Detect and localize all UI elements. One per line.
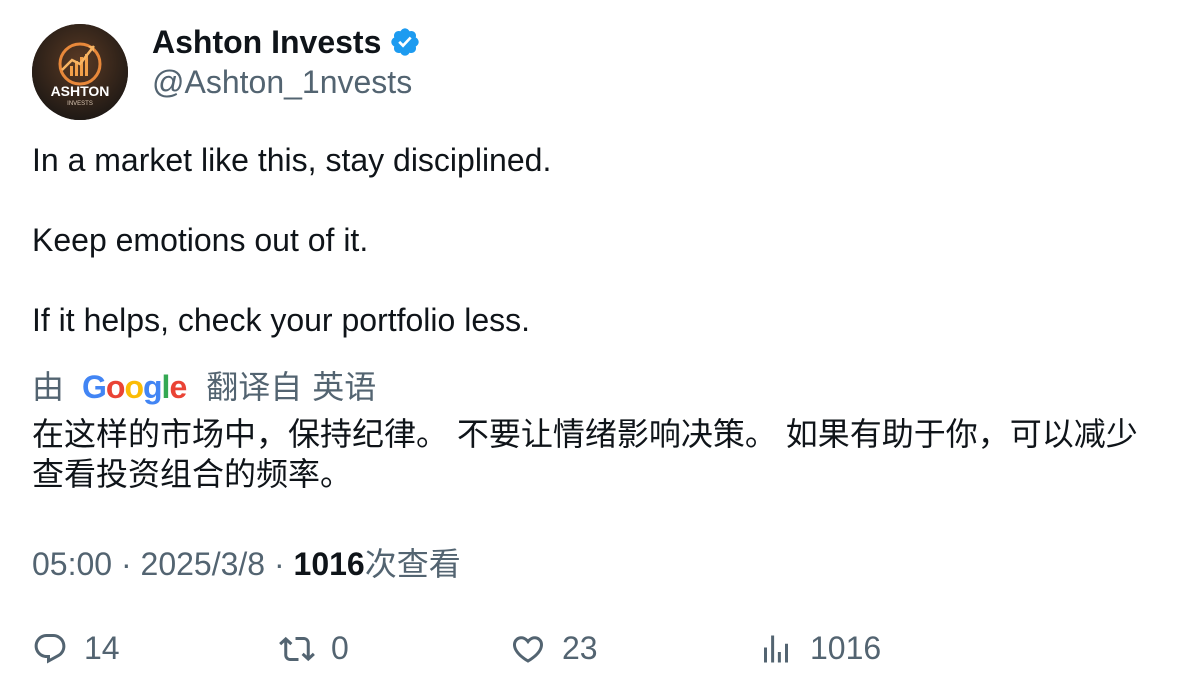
author-handle[interactable]: @Ashton_1nvests xyxy=(152,62,412,102)
translated-from-label: 翻译自 xyxy=(206,369,303,405)
ashton-invests-logo: ASHTON INVESTS xyxy=(32,24,128,120)
verified-badge-icon[interactable] xyxy=(389,26,421,58)
meta-separator: · xyxy=(273,546,285,582)
google-logo: Google xyxy=(82,369,187,405)
display-name[interactable]: Ashton Invests xyxy=(152,22,381,62)
view-count: 1016 xyxy=(810,630,882,666)
translated-text: 在这样的市场中，保持纪律。 不要让情绪影响决策。 如果有助于你，可以减少查看投资… xyxy=(32,416,1138,492)
like-count: 23 xyxy=(562,630,598,666)
views-button[interactable]: 1016 xyxy=(758,630,881,667)
retweet-count: 0 xyxy=(331,630,349,666)
tweet-text: In a market like this, stay disciplined.… xyxy=(32,140,1162,340)
svg-text:INVESTS: INVESTS xyxy=(67,101,93,107)
views-count: 1016 xyxy=(293,546,365,582)
heart-icon xyxy=(512,635,544,663)
tweet-line: If it helps, check your portfolio less. xyxy=(32,302,530,338)
like-button[interactable]: 23 xyxy=(510,630,598,667)
tweet-date[interactable]: 2025/3/8 xyxy=(141,546,266,582)
retweet-icon xyxy=(279,636,315,661)
svg-text:ASHTON: ASHTON xyxy=(51,83,110,99)
source-language: 英语 xyxy=(312,369,377,405)
tweet-line: In a market like this, stay disciplined. xyxy=(32,142,552,178)
translation-attribution: 由 Google 翻译自 英语 xyxy=(32,366,376,408)
reply-count: 14 xyxy=(84,630,120,666)
reply-button[interactable]: 14 xyxy=(32,630,120,667)
tweet-line: Keep emotions out of it. xyxy=(32,222,369,258)
tweet-time[interactable]: 05:00 xyxy=(32,546,112,582)
translated-by-prefix: 由 xyxy=(32,369,65,405)
meta-separator: · xyxy=(120,546,132,582)
action-bar: 14 0 23 1016 xyxy=(0,630,1196,674)
author-name-row: Ashton Invests xyxy=(152,22,421,62)
retweet-button[interactable]: 0 xyxy=(279,630,349,667)
reply-icon xyxy=(34,633,66,664)
avatar[interactable]: ASHTON INVESTS xyxy=(32,24,128,120)
views-chart-icon xyxy=(764,635,788,662)
tweet-meta: 05:00 · 2025/3/8 · 1016次查看 xyxy=(32,544,461,584)
views-label: 次查看 xyxy=(364,546,461,582)
